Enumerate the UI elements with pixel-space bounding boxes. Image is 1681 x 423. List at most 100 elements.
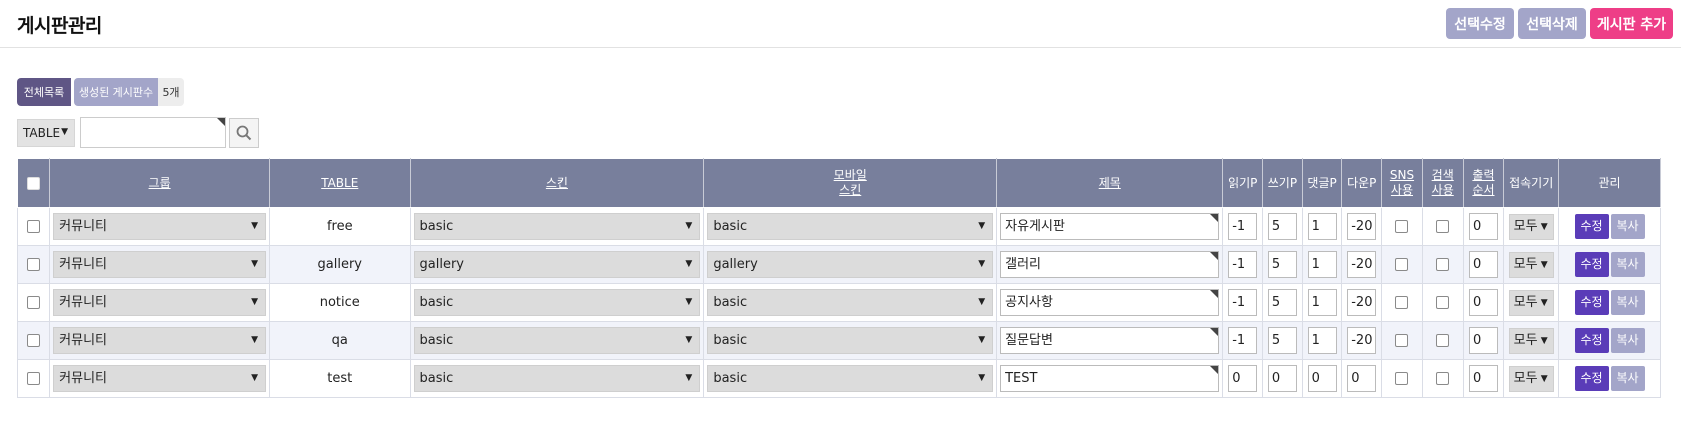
device-select[interactable]: 모두 ▼ [1508, 327, 1554, 354]
row-checkbox[interactable] [27, 334, 41, 347]
copy-button[interactable]: 복사 [1610, 366, 1645, 391]
row-checkbox-cell [16, 359, 51, 398]
row-checkbox[interactable] [27, 220, 41, 233]
copy-button[interactable]: 복사 [1610, 252, 1645, 277]
skin-select[interactable]: basic ▼ [413, 213, 701, 240]
sns-use-checkbox[interactable] [1395, 258, 1409, 271]
dropdown-arrow-icon: ▼ [251, 335, 259, 345]
write-point-input[interactable]: 0 [1267, 365, 1297, 392]
mobile-skin-select[interactable]: basic ▼ [707, 213, 994, 240]
mobile-skin-select[interactable]: basic ▼ [707, 365, 994, 392]
row-checkbox[interactable] [27, 258, 41, 271]
download-point-input[interactable]: 0 [1347, 365, 1377, 392]
group-select[interactable]: 커뮤니티 ▼ [53, 251, 267, 278]
edit-button[interactable]: 수정 [1574, 328, 1609, 353]
device-select[interactable]: 모두 ▼ [1508, 289, 1554, 316]
sns-use-checkbox[interactable] [1395, 220, 1409, 233]
order-input[interactable]: 0 [1468, 289, 1498, 316]
header-group[interactable]: 그룹 [49, 158, 271, 208]
read-point-input[interactable]: 0 [1228, 365, 1258, 392]
device-select[interactable]: 모두 ▼ [1508, 251, 1554, 278]
search-use-checkbox[interactable] [1436, 220, 1450, 233]
group-select[interactable]: 커뮤니티 ▼ [53, 289, 267, 316]
order-input[interactable]: 0 [1468, 327, 1498, 354]
edit-button[interactable]: 수정 [1574, 290, 1609, 315]
order-input[interactable]: 0 [1468, 213, 1498, 240]
group-select[interactable]: 커뮤니티 ▼ [53, 327, 267, 354]
comment-point-input[interactable]: 1 [1307, 327, 1337, 354]
header-search-use[interactable]: 검색 사용 [1421, 158, 1464, 208]
download-point-input[interactable]: -20 [1347, 251, 1377, 278]
select-all-checkbox[interactable] [27, 176, 41, 190]
write-point-input[interactable]: 5 [1267, 213, 1297, 240]
dropdown-arrow-icon: ▼ [685, 221, 693, 231]
download-point-input[interactable]: -20 [1347, 289, 1377, 316]
header-select-all[interactable] [16, 158, 51, 208]
row-checkbox[interactable] [27, 372, 41, 385]
row-checkbox[interactable] [27, 296, 41, 309]
edit-button[interactable]: 수정 [1574, 252, 1609, 277]
write-point-input[interactable]: 5 [1267, 289, 1297, 316]
subject-input[interactable]: 갤러리 [1000, 251, 1220, 278]
copy-button[interactable]: 복사 [1610, 214, 1645, 239]
device-select[interactable]: 모두 ▼ [1508, 365, 1554, 392]
comment-point-input[interactable]: 1 [1307, 289, 1337, 316]
write-point-input[interactable]: 5 [1267, 327, 1297, 354]
skin-select[interactable]: gallery ▼ [413, 251, 701, 278]
group-select[interactable]: 커뮤니티 ▼ [53, 213, 267, 240]
copy-button[interactable]: 복사 [1610, 290, 1645, 315]
skin-select[interactable]: basic ▼ [413, 289, 701, 316]
skin-select[interactable]: basic ▼ [413, 365, 701, 392]
comment-point-input[interactable]: 1 [1307, 251, 1337, 278]
sns-use-checkbox[interactable] [1395, 334, 1409, 347]
write-point-input[interactable]: 5 [1267, 251, 1297, 278]
all-list-link[interactable]: 전체목록 [17, 78, 71, 106]
sns-use-checkbox[interactable] [1395, 296, 1409, 309]
header-subject[interactable]: 제목 [996, 158, 1224, 208]
edit-selected-button[interactable]: 선택수정 [1446, 8, 1514, 39]
mobile-skin-select[interactable]: basic ▼ [707, 327, 994, 354]
search-field-select[interactable]: TABLE ▼ [17, 119, 75, 147]
sns-use-checkbox[interactable] [1395, 372, 1409, 385]
header-sns-use[interactable]: SNS 사용 [1381, 158, 1423, 208]
read-point-input[interactable]: -1 [1228, 251, 1258, 278]
skin-select[interactable]: basic ▼ [413, 327, 701, 354]
download-point-input[interactable]: -20 [1347, 327, 1377, 354]
mobile-skin-cell: basic ▼ [703, 321, 998, 360]
search-use-checkbox[interactable] [1436, 372, 1450, 385]
mobile-skin-select[interactable]: basic ▼ [707, 289, 994, 316]
edit-button[interactable]: 수정 [1574, 214, 1609, 239]
mobile-skin-select[interactable]: gallery ▼ [707, 251, 994, 278]
search-use-checkbox[interactable] [1436, 334, 1450, 347]
header-order[interactable]: 출력 순서 [1462, 158, 1505, 208]
header-table[interactable]: TABLE [269, 158, 411, 208]
resize-corner-icon [1210, 328, 1219, 336]
order-input[interactable]: 0 [1468, 365, 1498, 392]
edit-button[interactable]: 수정 [1574, 366, 1609, 391]
subject-input[interactable]: 질문답변 [1000, 327, 1220, 354]
row-checkbox-cell [16, 245, 51, 284]
comment-point-input[interactable]: 0 [1307, 365, 1337, 392]
device-select[interactable]: 모두 ▼ [1508, 213, 1554, 240]
add-board-button[interactable]: 게시판 추가 [1590, 8, 1673, 39]
subject-input[interactable]: 공지사항 [1000, 289, 1220, 316]
search-use-checkbox[interactable] [1436, 258, 1450, 271]
download-point-input[interactable]: -20 [1347, 213, 1377, 240]
comment-point-input[interactable]: 1 [1307, 213, 1337, 240]
group-select[interactable]: 커뮤니티 ▼ [53, 365, 267, 392]
search-use-checkbox[interactable] [1436, 296, 1450, 309]
device-cell: 모두 ▼ [1503, 245, 1560, 284]
delete-selected-button[interactable]: 선택삭제 [1518, 8, 1586, 39]
mobile-skin-value: basic [713, 295, 748, 310]
search-input[interactable] [80, 117, 226, 148]
header-skin[interactable]: 스킨 [409, 158, 705, 208]
read-point-input[interactable]: -1 [1228, 327, 1258, 354]
subject-input[interactable]: 자유게시판 [1000, 213, 1220, 240]
subject-input[interactable]: TEST [1000, 365, 1220, 392]
search-button[interactable] [229, 118, 259, 148]
read-point-input[interactable]: -1 [1228, 289, 1258, 316]
order-input[interactable]: 0 [1468, 251, 1498, 278]
read-point-input[interactable]: -1 [1228, 213, 1258, 240]
header-mobile-skin[interactable]: 모바일 스킨 [703, 158, 998, 208]
copy-button[interactable]: 복사 [1610, 328, 1645, 353]
